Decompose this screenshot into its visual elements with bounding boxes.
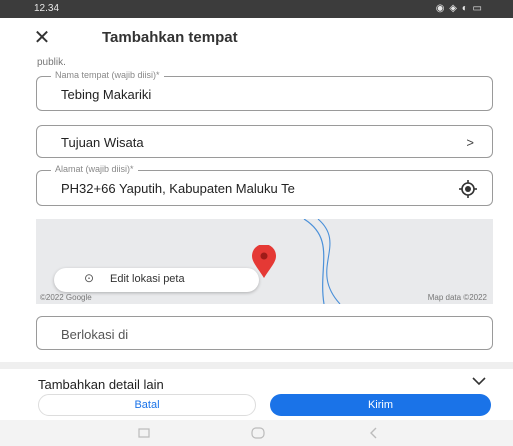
chevron-right-icon: > — [466, 135, 474, 150]
category-field[interactable]: Tujuan Wisata > — [36, 125, 493, 158]
place-name-label: Nama tempat (wajib diisi)* — [51, 70, 164, 80]
send-button[interactable]: Kirim — [270, 394, 491, 416]
recents-icon[interactable] — [136, 425, 152, 441]
status-time: 12.34 — [34, 3, 60, 14]
place-name-value[interactable]: Tebing Makariki — [61, 87, 151, 102]
more-details-label[interactable]: Tambahkan detail lain — [38, 377, 164, 392]
status-bar: 12.34 ◉ ◈ ◐ ▭ — [0, 0, 513, 18]
map-data-credit: Map data ©2022 — [427, 293, 487, 302]
close-icon[interactable]: ✕ — [30, 26, 54, 50]
map-preview[interactable]: ⊙ Edit lokasi peta ©2022 Google Map data… — [36, 219, 493, 304]
cancel-button[interactable]: Batal — [38, 394, 256, 416]
located-in-field[interactable]: Berlokasi di — [36, 316, 493, 350]
google-credit: ©2022 Google — [40, 293, 92, 302]
intro-text: publik. — [37, 57, 66, 68]
navigation-bar — [0, 420, 513, 446]
edit-map-label: Edit lokasi peta — [110, 273, 185, 285]
river-line — [303, 219, 325, 304]
located-in-placeholder: Berlokasi di — [61, 327, 129, 342]
section-divider — [0, 362, 513, 369]
place-name-field[interactable]: Nama tempat (wajib diisi)* Tebing Makari… — [36, 70, 493, 111]
back-icon[interactable] — [366, 425, 382, 441]
address-label: Alamat (wajib diisi)* — [51, 164, 138, 174]
home-icon[interactable] — [250, 425, 266, 441]
edit-pin-icon: ⊙ — [84, 271, 95, 285]
edit-map-location-button[interactable]: ⊙ Edit lokasi peta — [54, 268, 259, 292]
app-bar: ✕ Tambahkan tempat — [0, 18, 513, 56]
page-title: Tambahkan tempat — [102, 29, 238, 46]
category-value: Tujuan Wisata — [61, 135, 144, 150]
river-line — [317, 219, 341, 304]
address-field[interactable]: Alamat (wajib diisi)* PH32+66 Yaputih, K… — [36, 164, 493, 206]
my-location-icon[interactable] — [458, 179, 478, 199]
chevron-down-icon[interactable] — [470, 374, 488, 388]
status-icons: ◉ ◈ ◐ ▭ — [435, 3, 483, 14]
address-value[interactable]: PH32+66 Yaputih, Kabupaten Maluku Te — [61, 181, 451, 196]
